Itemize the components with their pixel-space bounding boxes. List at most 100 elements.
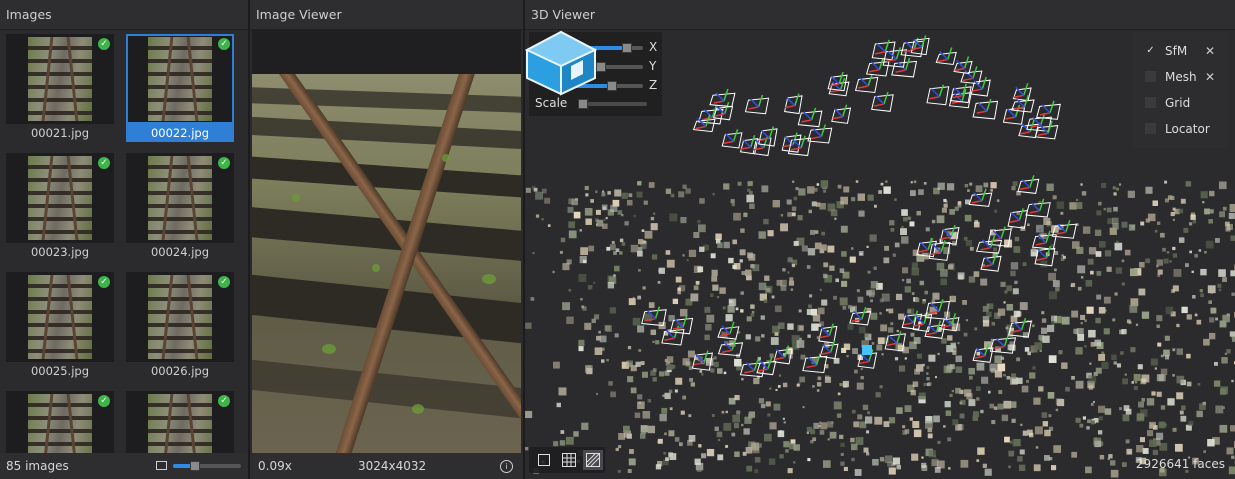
point [618,445,622,449]
point [840,225,848,233]
camera-frustum[interactable] [739,358,766,378]
camera-frustum[interactable] [717,321,740,340]
camera-frustum[interactable] [1025,198,1051,218]
image-viewer-canvas[interactable] [252,30,521,453]
axis-slider-handle[interactable] [621,43,632,53]
camera-frustum[interactable] [980,252,1002,272]
point [1186,381,1192,387]
point [813,187,818,192]
point [1160,368,1168,376]
point [895,293,903,301]
camera-frustum[interactable] [744,94,770,115]
point [798,188,806,196]
point [772,325,780,334]
camera-frustum[interactable] [854,73,879,94]
remove-layer-icon[interactable]: ✕ [1205,65,1215,89]
camera-frustum[interactable] [818,323,838,344]
camera-frustum[interactable] [972,98,999,120]
view-mode-toolbar [529,447,605,473]
camera-frustum[interactable] [970,76,991,97]
camera-frustum[interactable] [1007,208,1029,229]
point [945,410,952,416]
camera-frustum[interactable] [871,39,896,61]
axis-slider-handle[interactable] [596,62,606,72]
point [699,370,703,373]
layer-visibility-checkbox[interactable] [1145,123,1156,134]
camera-frustum[interactable] [784,93,803,115]
image-thumbnail[interactable]: ✓ 00023.jpg [6,153,114,263]
camera-frustum[interactable] [865,57,890,77]
point [839,268,845,273]
point [734,394,740,401]
scale-slider[interactable] [578,99,647,109]
image-thumbnail[interactable]: ✓ 00024.jpg [126,153,234,263]
image-thumbnail[interactable]: ✓ 00026.jpg [126,272,234,382]
image-thumbnail[interactable]: ✓ 00022.jpg [126,34,234,144]
point [856,382,864,390]
camera-frustum[interactable] [758,126,778,147]
point [653,212,656,215]
layer-3[interactable]: Locator [1133,117,1229,141]
camera-frustum[interactable] [1017,175,1040,194]
layer-visibility-checkbox[interactable] [1145,97,1156,108]
point [617,210,623,215]
layer-visibility-checkbox[interactable]: ✓ [1145,45,1156,56]
camera-frustum[interactable] [1036,100,1061,120]
layer-1[interactable]: Mesh ✕ [1133,65,1229,89]
point [1149,439,1157,447]
point [840,196,849,205]
camera-frustum[interactable] [787,135,812,157]
point [552,270,555,274]
point [812,385,815,388]
point [755,336,761,342]
camera-frustum[interactable] [709,88,736,108]
camera-frustum[interactable] [802,353,828,374]
point [637,181,642,186]
point [791,212,796,217]
point [533,187,538,192]
point [866,245,869,249]
camera-frustum[interactable] [721,129,743,149]
selected-camera-marker[interactable] [862,345,872,355]
layer-0[interactable]: ✓ SfM ✕ [1133,39,1229,63]
camera-frustum[interactable] [953,56,973,75]
point [609,244,616,251]
point [693,231,700,239]
camera-frustum[interactable] [926,84,950,106]
thumbnail-grid[interactable]: ✓ 00021.jpg ✓ 00022.jpg ✓ 00023.jpg ✓ 00024.jpg… [6,34,242,453]
wireframe-view-icon[interactable] [561,452,577,468]
image-thumbnail[interactable]: ✓ [126,391,234,453]
point [817,376,822,381]
point [712,192,715,196]
camera-frustum[interactable] [831,104,852,124]
scale-slider-handle[interactable] [578,99,588,109]
image-thumbnail[interactable]: ✓ 00025.jpg [6,272,114,382]
point [795,187,799,191]
camera-frustum[interactable] [871,91,894,112]
point [606,246,611,251]
remove-layer-icon[interactable]: ✕ [1205,39,1215,63]
thumbnail-size-slider[interactable] [173,461,241,471]
image-thumbnail[interactable]: ✓ 00021.jpg [6,34,114,144]
axis-slider-handle[interactable] [606,81,617,91]
solid-view-icon[interactable] [538,454,550,466]
thumbnail-size-slider-handle[interactable] [190,461,201,471]
point [1028,432,1034,438]
point [1222,206,1227,211]
image-thumbnail[interactable]: ✓ [6,391,114,453]
point [1180,198,1186,204]
viewer-3d-canvas[interactable]: 3D XYZ Scale ✓SfM✕Mesh✕GridLocator [525,30,1235,479]
camera-frustum[interactable] [1012,83,1032,102]
layer-visibility-checkbox[interactable] [1145,71,1156,82]
camera-frustum[interactable] [910,35,930,56]
camera-frustum[interactable] [807,124,833,144]
point [1085,466,1092,474]
layer-2[interactable]: Grid [1133,91,1229,115]
point [568,288,572,292]
camera-frustum[interactable] [935,47,957,66]
camera-frustum[interactable] [797,107,823,128]
textured-view-icon[interactable] [583,450,603,470]
point [1219,424,1228,433]
info-icon[interactable]: i [500,460,513,473]
point [1166,251,1170,254]
